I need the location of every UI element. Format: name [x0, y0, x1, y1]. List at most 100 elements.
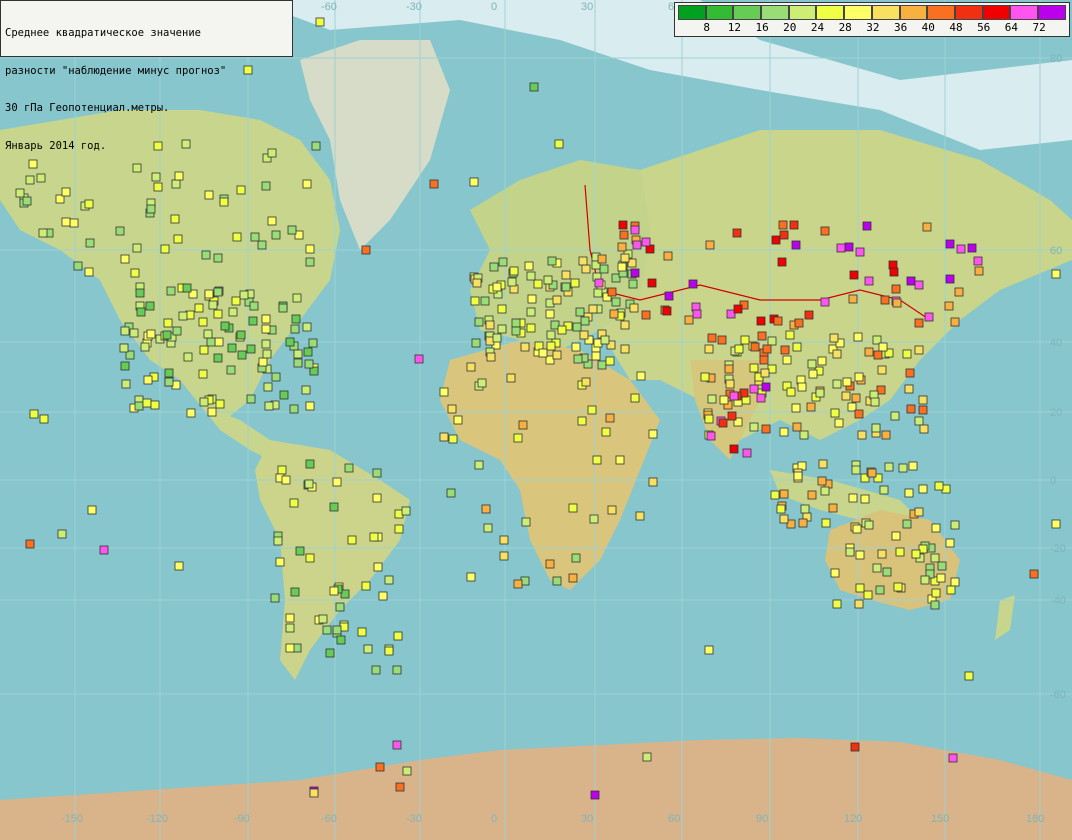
station-marker[interactable] — [776, 504, 786, 514]
station-marker[interactable] — [830, 408, 840, 418]
station-marker[interactable] — [305, 459, 315, 469]
station-marker[interactable] — [914, 280, 924, 290]
station-marker[interactable] — [725, 379, 735, 389]
station-marker[interactable] — [629, 303, 639, 313]
station-marker[interactable] — [920, 575, 930, 585]
station-marker[interactable] — [236, 185, 246, 195]
station-marker[interactable] — [641, 310, 651, 320]
station-marker[interactable] — [261, 314, 271, 324]
station-marker[interactable] — [879, 485, 889, 495]
station-marker[interactable] — [198, 369, 208, 379]
station-marker[interactable] — [543, 275, 553, 285]
station-marker[interactable] — [85, 238, 95, 248]
station-marker[interactable] — [203, 329, 213, 339]
station-marker[interactable] — [1051, 519, 1061, 529]
station-marker[interactable] — [136, 307, 146, 317]
station-marker[interactable] — [854, 372, 864, 382]
station-marker[interactable] — [832, 379, 842, 389]
station-marker[interactable] — [150, 400, 160, 410]
station-marker[interactable] — [601, 427, 611, 437]
station-marker[interactable] — [249, 301, 259, 311]
station-marker[interactable] — [140, 342, 150, 352]
station-marker[interactable] — [264, 401, 274, 411]
station-marker[interactable] — [277, 465, 287, 475]
station-marker[interactable] — [688, 279, 698, 289]
station-marker[interactable] — [581, 264, 591, 274]
station-marker[interactable] — [305, 257, 315, 267]
station-marker[interactable] — [906, 276, 916, 286]
station-marker[interactable] — [647, 278, 657, 288]
station-marker[interactable] — [447, 404, 457, 414]
station-marker[interactable] — [911, 549, 921, 559]
station-marker[interactable] — [756, 316, 766, 326]
station-marker[interactable] — [648, 477, 658, 487]
station-marker[interactable] — [855, 247, 865, 257]
station-marker[interactable] — [552, 576, 562, 586]
station-marker[interactable] — [707, 394, 717, 404]
station-marker[interactable] — [69, 218, 79, 228]
station-marker[interactable] — [15, 188, 25, 198]
station-marker[interactable] — [499, 535, 509, 545]
station-marker[interactable] — [526, 307, 536, 317]
station-marker[interactable] — [914, 318, 924, 328]
station-marker[interactable] — [290, 587, 300, 597]
station-marker[interactable] — [804, 310, 814, 320]
station-marker[interactable] — [756, 393, 766, 403]
station-marker[interactable] — [832, 349, 842, 359]
station-marker[interactable] — [545, 559, 555, 569]
station-marker[interactable] — [571, 553, 581, 563]
station-marker[interactable] — [893, 582, 903, 592]
station-marker[interactable] — [305, 553, 315, 563]
station-marker[interactable] — [552, 295, 562, 305]
station-marker[interactable] — [552, 350, 562, 360]
station-marker[interactable] — [895, 547, 905, 557]
station-marker[interactable] — [950, 520, 960, 530]
station-marker[interactable] — [186, 408, 196, 418]
station-marker[interactable] — [841, 391, 851, 401]
station-marker[interactable] — [538, 348, 548, 358]
station-marker[interactable] — [486, 352, 496, 362]
station-marker[interactable] — [864, 520, 874, 530]
station-marker[interactable] — [817, 356, 827, 366]
station-marker[interactable] — [295, 546, 305, 556]
station-marker[interactable] — [267, 216, 277, 226]
station-marker[interactable] — [877, 549, 887, 559]
station-marker[interactable] — [237, 350, 247, 360]
station-marker[interactable] — [830, 568, 840, 578]
station-marker[interactable] — [618, 220, 628, 230]
station-marker[interactable] — [579, 330, 589, 340]
station-marker[interactable] — [497, 324, 507, 334]
station-marker[interactable] — [429, 179, 439, 189]
station-marker[interactable] — [470, 296, 480, 306]
station-marker[interactable] — [607, 287, 617, 297]
station-marker[interactable] — [724, 364, 734, 374]
station-marker[interactable] — [248, 316, 258, 326]
station-marker[interactable] — [291, 314, 301, 324]
station-marker[interactable] — [121, 379, 131, 389]
station-marker[interactable] — [115, 226, 125, 236]
station-marker[interactable] — [818, 459, 828, 469]
station-marker[interactable] — [129, 328, 139, 338]
station-marker[interactable] — [303, 347, 313, 357]
station-marker[interactable] — [575, 307, 585, 317]
station-marker[interactable] — [620, 320, 630, 330]
station-marker[interactable] — [497, 304, 507, 314]
station-marker[interactable] — [630, 268, 640, 278]
station-marker[interactable] — [786, 387, 796, 397]
station-marker[interactable] — [263, 382, 273, 392]
station-marker[interactable] — [967, 243, 977, 253]
station-marker[interactable] — [619, 230, 629, 240]
station-marker[interactable] — [304, 479, 314, 489]
station-marker[interactable] — [785, 330, 795, 340]
station-marker[interactable] — [547, 256, 557, 266]
station-marker[interactable] — [617, 262, 627, 272]
station-marker[interactable] — [779, 427, 789, 437]
station-marker[interactable] — [705, 240, 715, 250]
station-marker[interactable] — [213, 309, 223, 319]
station-marker[interactable] — [172, 326, 182, 336]
station-marker[interactable] — [591, 351, 601, 361]
station-marker[interactable] — [173, 234, 183, 244]
station-marker[interactable] — [842, 377, 852, 387]
station-marker[interactable] — [948, 753, 958, 763]
station-marker[interactable] — [513, 433, 523, 443]
